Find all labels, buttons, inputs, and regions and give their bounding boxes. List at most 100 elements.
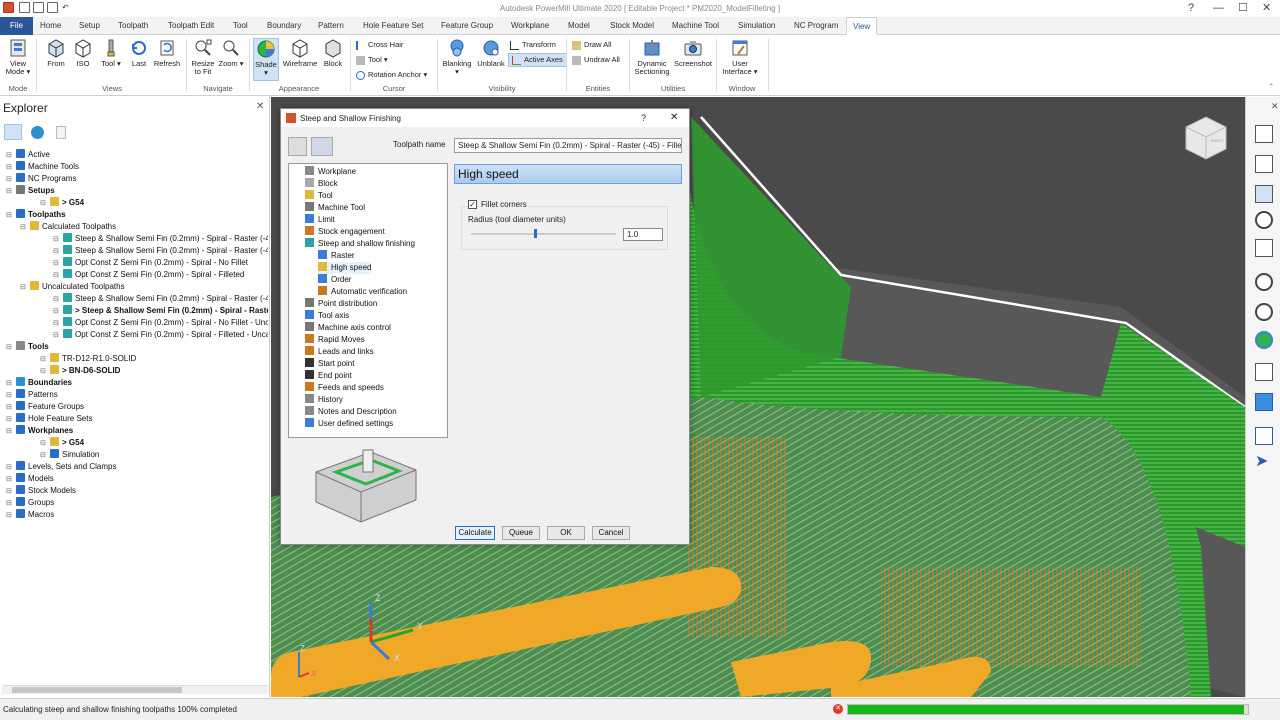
tab-nc-program[interactable]: NC Program bbox=[788, 17, 844, 35]
dialog-tree-item[interactable]: Stock engagement bbox=[305, 226, 385, 238]
tool-view-button[interactable]: Tool ▾ bbox=[99, 38, 123, 68]
tree-item[interactable]: Simulation bbox=[50, 449, 268, 461]
tree-expander-icon[interactable]: ⊟ bbox=[6, 379, 12, 387]
iso-button[interactable]: ISO bbox=[72, 38, 94, 68]
refresh-button[interactable]: Refresh bbox=[152, 38, 182, 68]
shade-view-icon[interactable] bbox=[1255, 331, 1273, 349]
tree-item[interactable]: Opt Const Z Semi Fin (0.2mm) - Spiral - … bbox=[63, 317, 268, 329]
tab-boundary[interactable]: Boundary bbox=[261, 17, 307, 35]
block-view-icon[interactable] bbox=[1255, 393, 1273, 411]
dialog-tree-item[interactable]: Point distribution bbox=[305, 298, 377, 310]
collapse-ribbon-icon[interactable]: ⌃ bbox=[1268, 82, 1274, 91]
help-icon[interactable]: ? bbox=[1188, 1, 1194, 15]
globe-icon[interactable] bbox=[31, 126, 44, 139]
dialog-tree-item[interactable]: History bbox=[305, 394, 343, 406]
front-view-icon[interactable] bbox=[1255, 155, 1273, 173]
cursor-tool-button[interactable]: Tool ▾ bbox=[356, 55, 388, 65]
last-button[interactable]: Last bbox=[128, 38, 150, 68]
tree-item[interactable]: Steep & Shallow Semi Fin (0.2mm) - Spira… bbox=[63, 245, 268, 257]
tree-item[interactable]: Active bbox=[16, 149, 268, 161]
tree-item[interactable]: > Steep & Shallow Semi Fin (0.2mm) - Spi… bbox=[63, 305, 268, 317]
view-mode-button[interactable]: View Mode ▾ bbox=[4, 38, 32, 76]
tree-expander-icon[interactable]: ⊟ bbox=[6, 427, 12, 435]
tree-expander-icon[interactable]: ⊟ bbox=[6, 415, 12, 423]
radius-slider-track[interactable] bbox=[471, 233, 616, 235]
dialog-tree-item[interactable]: Tool axis bbox=[305, 310, 349, 322]
radius-input[interactable]: 1.0 bbox=[623, 228, 663, 241]
tab-pattern[interactable]: Pattern bbox=[312, 17, 350, 35]
tree-item[interactable]: Tools bbox=[16, 341, 268, 353]
tree-item[interactable]: Feature Groups bbox=[16, 401, 268, 413]
tree-item[interactable]: Hole Feature Sets bbox=[16, 413, 268, 425]
cross-hair-button[interactable]: Cross Hair bbox=[356, 40, 403, 50]
dialog-tree-item[interactable]: Machine axis control bbox=[305, 322, 391, 334]
dialog-tree-item[interactable]: Feeds and speeds bbox=[305, 382, 384, 394]
tree-expander-icon[interactable]: ⊟ bbox=[40, 367, 46, 375]
dialog-tree-item[interactable]: Order bbox=[318, 274, 351, 286]
tree-expander-icon[interactable]: ⊟ bbox=[6, 343, 12, 351]
cursor-icon[interactable]: ➤ bbox=[1255, 453, 1273, 471]
dialog-tree-item[interactable]: End point bbox=[305, 370, 352, 382]
tree-expander-icon[interactable]: ⊟ bbox=[20, 223, 26, 231]
screenshot-button[interactable]: Screenshot bbox=[672, 38, 714, 68]
tab-machine-tool[interactable]: Machine Tool bbox=[666, 17, 725, 35]
tab-toolpath[interactable]: Toolpath bbox=[112, 17, 154, 35]
tab-toolpath-edit[interactable]: Toolpath Edit bbox=[162, 17, 220, 35]
dialog-tree-item[interactable]: Workplane bbox=[305, 166, 356, 178]
queue-button[interactable]: Queue bbox=[502, 526, 540, 540]
tree-expander-icon[interactable]: ⊟ bbox=[6, 463, 12, 471]
maximize-icon[interactable]: ☐ bbox=[1238, 1, 1248, 15]
tab-feature-group[interactable]: Feature Group bbox=[435, 17, 499, 35]
tree-expander-icon[interactable]: ⊟ bbox=[6, 151, 12, 159]
explorer-close-icon[interactable]: ✕ bbox=[256, 101, 264, 112]
tree-expander-icon[interactable]: ⊟ bbox=[53, 295, 59, 303]
tree-expander-icon[interactable]: ⊟ bbox=[40, 199, 46, 207]
zoom-view-icon[interactable] bbox=[1255, 211, 1273, 229]
transform-button[interactable]: Transform bbox=[510, 40, 556, 50]
tree-item[interactable]: Levels, Sets and Clamps bbox=[16, 461, 268, 473]
tree-item[interactable]: Stock Models bbox=[16, 485, 268, 497]
refresh-view-icon[interactable] bbox=[1255, 239, 1273, 257]
tab-workplane[interactable]: Workplane bbox=[505, 17, 555, 35]
tree-expander-icon[interactable]: ⊟ bbox=[53, 247, 59, 255]
ok-button[interactable]: OK bbox=[547, 526, 585, 540]
dialog-tree-item[interactable]: Steep and shallow finishing bbox=[305, 238, 415, 250]
tree-expander-icon[interactable]: ⊟ bbox=[6, 187, 12, 195]
tree-expander-icon[interactable]: ⊟ bbox=[53, 271, 59, 279]
user-interface-button[interactable]: User Interface ▾ bbox=[720, 38, 760, 76]
block-button[interactable]: Block bbox=[320, 38, 346, 68]
tree-expander-icon[interactable]: ⊟ bbox=[6, 475, 12, 483]
iso-view-icon[interactable] bbox=[1255, 185, 1273, 203]
tab-view[interactable]: View bbox=[846, 17, 878, 35]
active-axes-button[interactable]: Active Axes bbox=[508, 53, 567, 67]
toolpath-settings-icon[interactable] bbox=[311, 137, 333, 156]
dialog-tree-item[interactable]: Leads and links bbox=[305, 346, 374, 358]
tree-expander-icon[interactable]: ⊟ bbox=[6, 499, 12, 507]
tree-expander-icon[interactable]: ⊟ bbox=[53, 235, 59, 243]
tree-item[interactable]: > G54 bbox=[50, 437, 268, 449]
tree-expander-icon[interactable]: ⊟ bbox=[53, 319, 59, 327]
rotation-anchor-button[interactable]: Rotation Anchor ▾ bbox=[356, 70, 427, 80]
tab-hole-feature-set[interactable]: Hole Feature Set bbox=[357, 17, 429, 35]
tree-item[interactable]: Models bbox=[16, 473, 268, 485]
tab-setup[interactable]: Setup bbox=[73, 17, 106, 35]
tree-item[interactable]: Opt Const Z Semi Fin (0.2mm) - Spiral - … bbox=[63, 257, 268, 269]
tree-item[interactable]: TR-D12-R1.0-SOLID bbox=[50, 353, 268, 365]
tab-stock-model[interactable]: Stock Model bbox=[604, 17, 660, 35]
stop-calculation-icon[interactable]: ✕ bbox=[833, 704, 843, 714]
explorer-scrollbar[interactable] bbox=[2, 685, 268, 694]
tree-item[interactable]: Opt Const Z Semi Fin (0.2mm) - Spiral - … bbox=[63, 269, 268, 281]
explorer-tree-icon[interactable] bbox=[4, 124, 22, 140]
zoom-box-icon[interactable] bbox=[1255, 273, 1273, 291]
tree-item[interactable]: NC Programs bbox=[16, 173, 268, 185]
tree-item[interactable]: Patterns bbox=[16, 389, 268, 401]
tree-item[interactable]: > BN-D6-SOLID bbox=[50, 365, 268, 377]
dialog-help-icon[interactable]: ? bbox=[641, 113, 646, 123]
tree-expander-icon[interactable]: ⊟ bbox=[6, 487, 12, 495]
tree-item[interactable]: Machine Tools bbox=[16, 161, 268, 173]
wireframe-view-icon[interactable] bbox=[1255, 125, 1273, 143]
tree-item[interactable]: Groups bbox=[16, 497, 268, 509]
tab-model[interactable]: Model bbox=[562, 17, 596, 35]
scrollbar-thumb[interactable] bbox=[12, 687, 182, 693]
wireframe-mode-icon[interactable] bbox=[1255, 363, 1273, 381]
